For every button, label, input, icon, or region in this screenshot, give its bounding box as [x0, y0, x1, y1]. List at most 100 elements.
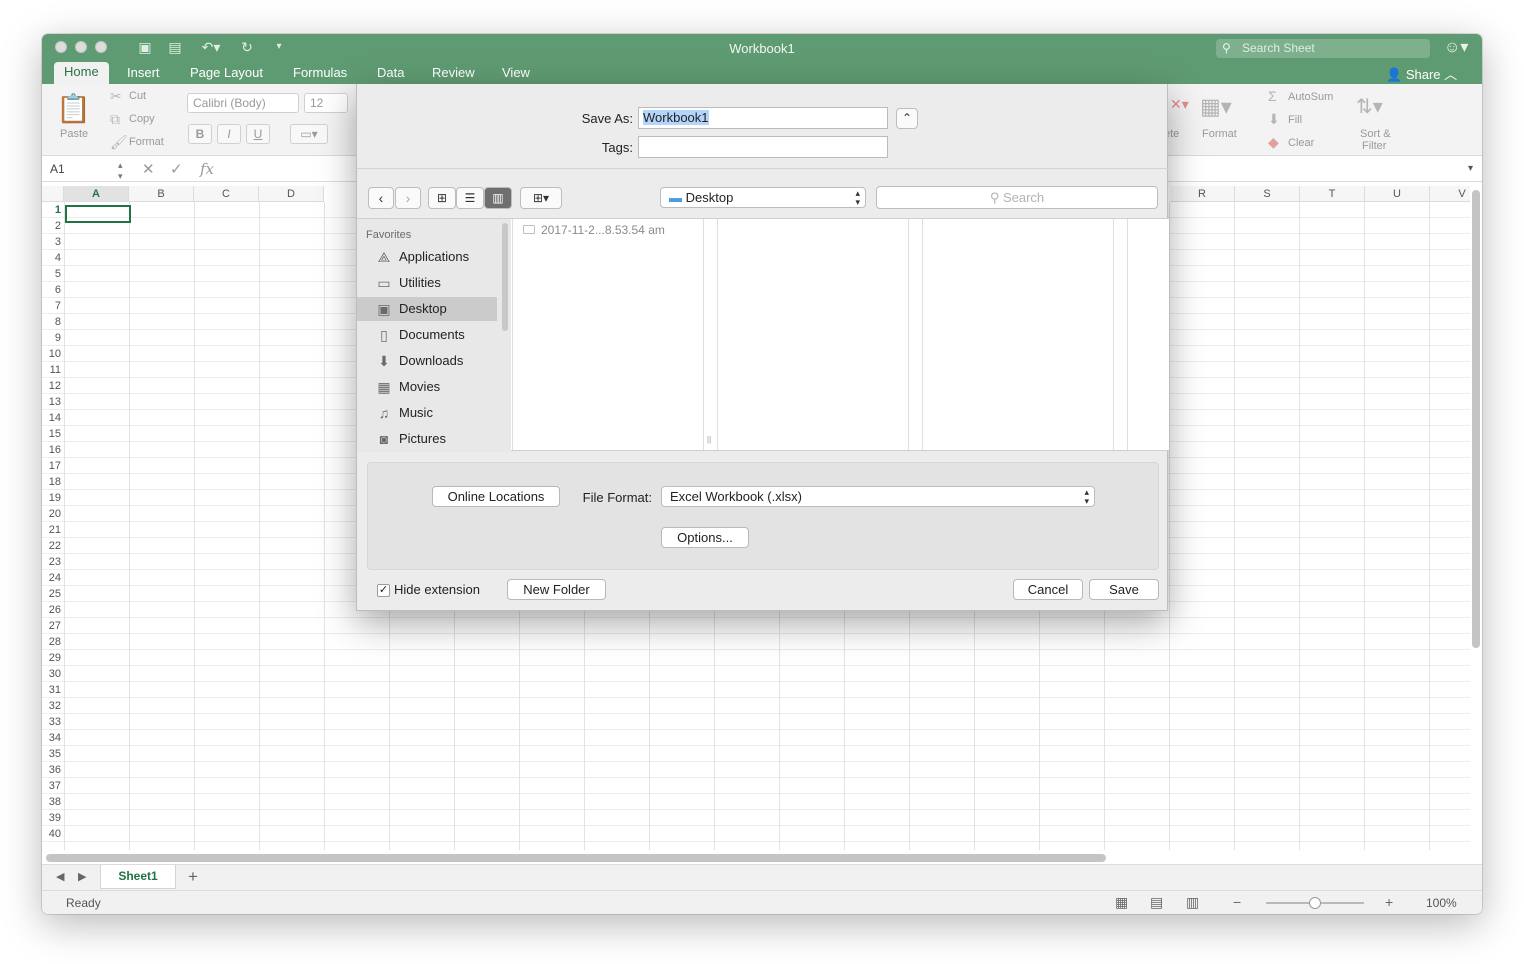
- copy-label[interactable]: Copy: [129, 113, 155, 125]
- file-format-select[interactable]: Excel Workbook (.xlsx) ▴ ▾: [661, 486, 1095, 507]
- back-button[interactable]: ‹: [368, 187, 394, 209]
- format-label[interactable]: Format: [1202, 128, 1237, 140]
- tab-formulas[interactable]: Formulas: [293, 65, 347, 85]
- zoom-level[interactable]: 100%: [1426, 896, 1457, 910]
- sidebar-item-applications[interactable]: ⟁ Applications: [357, 245, 497, 269]
- row-header[interactable]: 37: [42, 778, 64, 794]
- row-header[interactable]: 40: [42, 826, 64, 842]
- location-popup[interactable]: ▬ Desktop ▴ ▾: [660, 187, 866, 208]
- zoom-slider[interactable]: [1266, 897, 1364, 909]
- tab-data[interactable]: Data: [377, 65, 404, 85]
- sidebar-item-desktop[interactable]: ▣ Desktop: [357, 297, 497, 321]
- clear-label[interactable]: Clear: [1288, 137, 1314, 149]
- row-header[interactable]: 17: [42, 458, 64, 474]
- copy-icon[interactable]: ⧉: [110, 111, 120, 128]
- fill-label[interactable]: Fill: [1288, 114, 1302, 126]
- bold-button[interactable]: B: [188, 124, 212, 144]
- row-header[interactable]: 39: [42, 810, 64, 826]
- sidebar-item-movies[interactable]: ▦ Movies: [357, 375, 497, 399]
- row-header[interactable]: 16: [42, 442, 64, 458]
- row-header[interactable]: 10: [42, 346, 64, 362]
- row-header[interactable]: 11: [42, 362, 64, 378]
- font-name-field[interactable]: Calibri (Body): [187, 93, 299, 113]
- row-header[interactable]: 32: [42, 698, 64, 714]
- page-layout-view-icon[interactable]: ▤: [1150, 894, 1163, 911]
- row-header[interactable]: 3: [42, 234, 64, 250]
- tags-input[interactable]: [638, 136, 888, 158]
- collapse-ribbon-icon[interactable]: ︿: [1444, 67, 1457, 82]
- column-view-button[interactable]: ▥: [484, 187, 512, 209]
- feedback-smiley-icon[interactable]: ☺▾: [1444, 37, 1468, 57]
- expand-formula-bar-icon[interactable]: ▾: [1468, 163, 1473, 174]
- sort-filter-label-2[interactable]: Filter: [1362, 140, 1386, 152]
- column-header[interactable]: B: [129, 186, 194, 202]
- autosum-icon[interactable]: Σ: [1268, 88, 1277, 104]
- row-header[interactable]: 12: [42, 378, 64, 394]
- row-header[interactable]: 26: [42, 602, 64, 618]
- row-header[interactable]: 2: [42, 218, 64, 234]
- row-header[interactable]: 15: [42, 426, 64, 442]
- vertical-scrollbar[interactable]: [1472, 190, 1480, 648]
- row-header[interactable]: 28: [42, 634, 64, 650]
- row-header[interactable]: 31: [42, 682, 64, 698]
- column-header[interactable]: U: [1365, 186, 1430, 202]
- sort-filter-icon[interactable]: ⇅▾: [1356, 94, 1383, 119]
- column-header[interactable]: R: [1170, 186, 1235, 202]
- new-folder-button[interactable]: New Folder: [507, 579, 606, 600]
- row-header[interactable]: 23: [42, 554, 64, 570]
- hide-extension-label[interactable]: Hide extension: [394, 582, 480, 597]
- column-header[interactable]: A: [64, 186, 129, 202]
- cut-label[interactable]: Cut: [129, 90, 146, 102]
- confirm-entry-icon[interactable]: ✓: [170, 160, 183, 178]
- tab-insert[interactable]: Insert: [127, 65, 160, 85]
- zoom-in-button[interactable]: +: [1385, 894, 1393, 910]
- sheet-tab-sheet1[interactable]: Sheet1: [100, 865, 176, 889]
- options-button[interactable]: Options...: [661, 527, 749, 548]
- row-header[interactable]: 29: [42, 650, 64, 666]
- column-header[interactable]: V: [1430, 186, 1470, 202]
- format-cells-icon[interactable]: ▦▾: [1200, 94, 1232, 120]
- sidebar-scrollbar[interactable]: [502, 223, 508, 331]
- row-header[interactable]: 30: [42, 666, 64, 682]
- row-header[interactable]: 20: [42, 506, 64, 522]
- clear-icon[interactable]: ◆: [1268, 134, 1279, 151]
- row-header[interactable]: 36: [42, 762, 64, 778]
- sort-filter-label-1[interactable]: Sort &: [1360, 128, 1391, 140]
- sidebar-item-documents[interactable]: ▯ Documents: [357, 323, 497, 347]
- dialog-search-input[interactable]: ⚲ Search: [876, 186, 1158, 209]
- row-header[interactable]: 33: [42, 714, 64, 730]
- column-header[interactable]: T: [1300, 186, 1365, 202]
- row-header[interactable]: 21: [42, 522, 64, 538]
- share-button[interactable]: 👤 Share ︿: [1386, 64, 1457, 83]
- tab-home[interactable]: Home: [54, 62, 109, 85]
- save-button[interactable]: Save: [1089, 579, 1159, 600]
- sidebar-item-utilities[interactable]: ▭ Utilities: [357, 271, 497, 295]
- row-header[interactable]: 38: [42, 794, 64, 810]
- underline-button[interactable]: U: [246, 124, 270, 144]
- page-break-view-icon[interactable]: ▥: [1186, 894, 1199, 911]
- row-header[interactable]: 22: [42, 538, 64, 554]
- autosum-label[interactable]: AutoSum: [1288, 91, 1333, 103]
- next-sheet-icon[interactable]: ▶: [78, 870, 86, 883]
- name-box[interactable]: A1: [50, 162, 65, 176]
- column-header[interactable]: D: [259, 186, 324, 202]
- cancel-button[interactable]: Cancel: [1013, 579, 1083, 600]
- row-header[interactable]: 7: [42, 298, 64, 314]
- row-header[interactable]: 35: [42, 746, 64, 762]
- tab-page-layout[interactable]: Page Layout: [190, 65, 263, 85]
- select-all-corner[interactable]: [42, 186, 64, 202]
- prev-sheet-icon[interactable]: ◀: [56, 870, 64, 883]
- format-painter-icon[interactable]: 🖌: [110, 134, 128, 151]
- selected-cell-a1[interactable]: [65, 205, 131, 223]
- icon-view-button[interactable]: ⊞: [428, 187, 456, 209]
- column-header[interactable]: S: [1235, 186, 1300, 202]
- paste-label[interactable]: Paste: [60, 128, 88, 140]
- zoom-slider-thumb[interactable]: [1309, 897, 1321, 909]
- row-header[interactable]: 14: [42, 410, 64, 426]
- row-header[interactable]: 8: [42, 314, 64, 330]
- cut-icon[interactable]: ✂: [110, 88, 122, 105]
- tab-view[interactable]: View: [502, 65, 530, 85]
- collapse-dialog-button[interactable]: ⌃: [896, 108, 918, 129]
- horizontal-scrollbar[interactable]: [46, 854, 1106, 862]
- group-view-button[interactable]: ⊞▾: [520, 187, 562, 209]
